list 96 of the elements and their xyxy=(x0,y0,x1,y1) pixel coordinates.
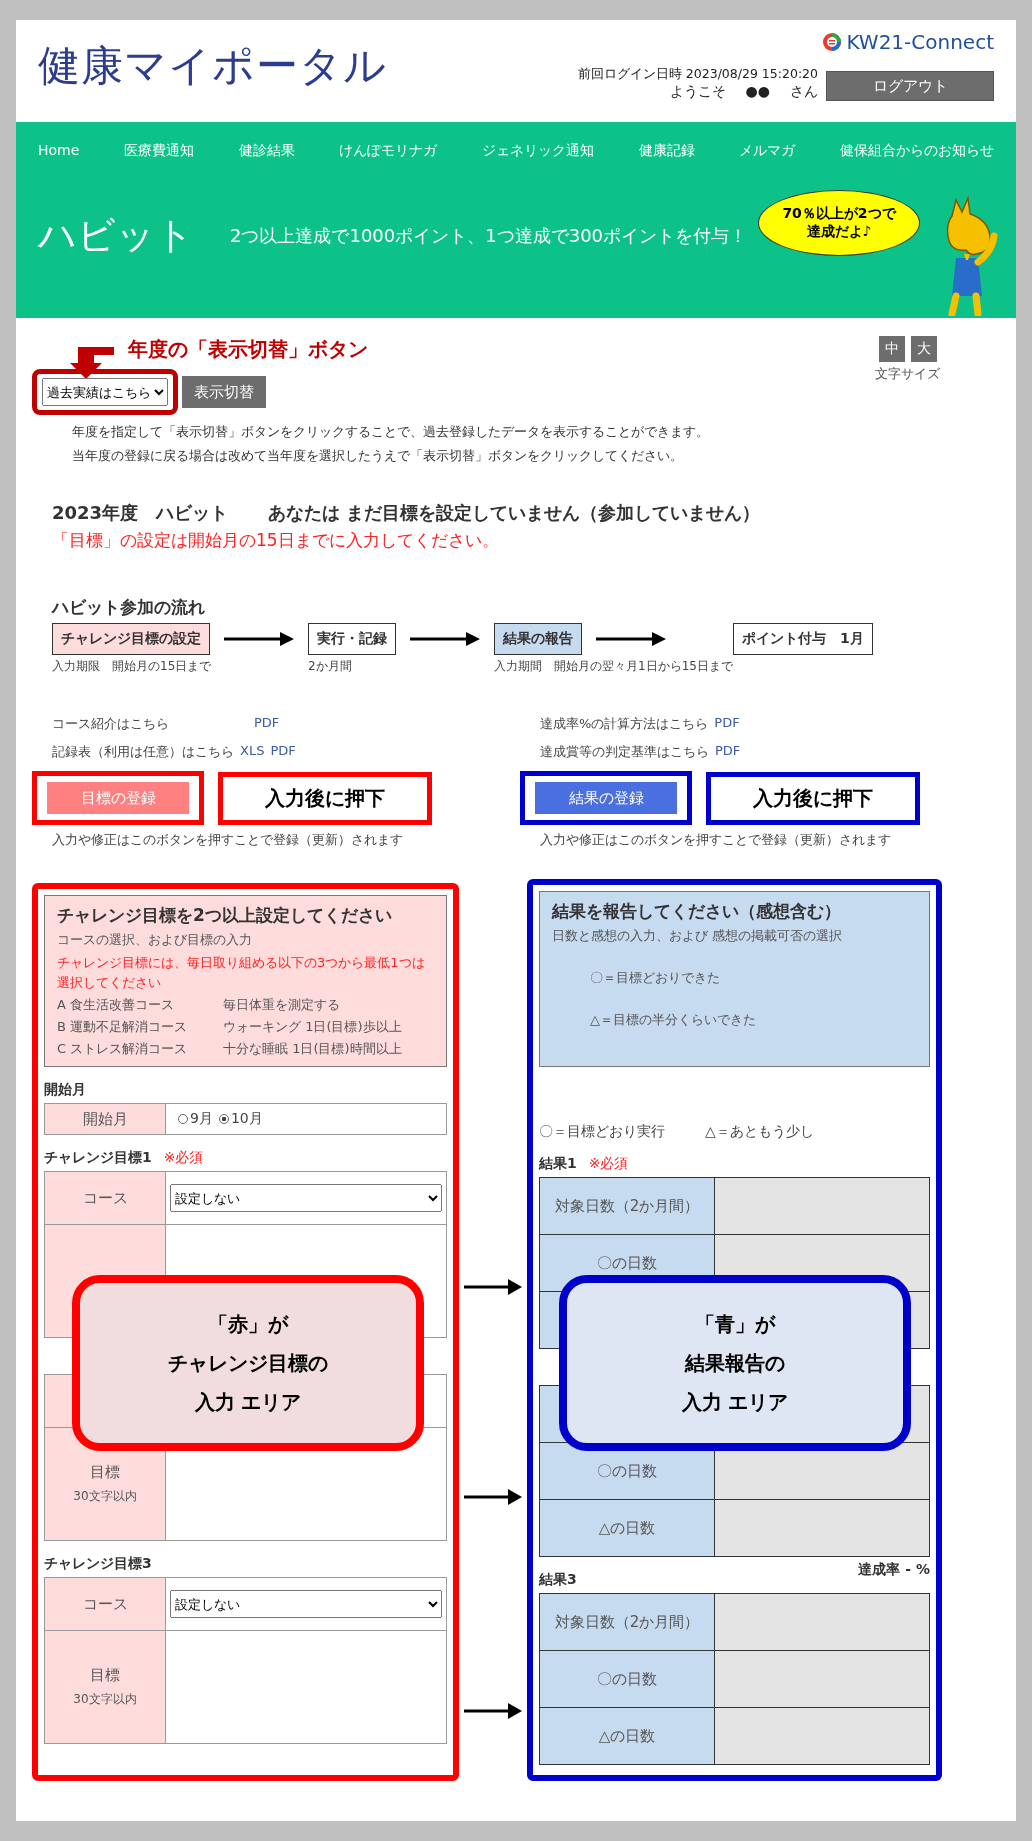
radio-button[interactable] xyxy=(218,1114,229,1124)
portal-title: 健康マイポータル xyxy=(38,40,387,92)
course-goal: 毎日体重を測定する xyxy=(223,996,340,1014)
right-arrow-icon xyxy=(464,1489,522,1505)
banner-subtitle: 2つ以上達成で1000ポイント、1つ達成で300ポイントを付与！ xyxy=(230,223,748,248)
callout-text: 結果報告の xyxy=(685,1349,785,1377)
callout-text: 「赤」が xyxy=(208,1310,288,1338)
brand-logo-icon xyxy=(822,32,843,52)
label-cell: 対象日数（2か月間） xyxy=(540,1594,715,1650)
card-title: チャレンジ目標を2つ以上設定してください xyxy=(57,904,393,927)
help-text: 年度を指定して「表示切替」ボタンをクリックすることで、過去登録したデータを表示することができます。 xyxy=(72,423,710,441)
table-label: 目標 xyxy=(90,1666,120,1685)
file-link[interactable]: XLS xyxy=(240,743,265,761)
required-mark: ※必須 xyxy=(163,1149,204,1167)
flow-step: 結果の報告 xyxy=(494,623,582,655)
welcome-text: ようこそ xyxy=(669,83,726,101)
register-note: 入力や修正はこのボタンを押すことで登録（更新）されます xyxy=(52,831,404,849)
file-link[interactable]: PDF xyxy=(714,715,740,733)
link-description: 記録表（利用は任意）はこちら xyxy=(52,743,234,761)
register-note: 入力や修正はこのボタンを押すことで登録（更新）されます xyxy=(540,831,892,849)
achievement-rate: 達成率 - % xyxy=(858,1561,930,1579)
radio-label[interactable]: 9月 xyxy=(190,1110,213,1128)
legend-text: 〇＝目標どおり実行 xyxy=(539,1123,665,1141)
flow-step: チャレンジ目標の設定 xyxy=(52,623,210,655)
section-heading: 開始月 xyxy=(44,1081,87,1099)
link-description: 達成賞等の判定基準はこちら xyxy=(540,743,709,761)
label-cell: 開始月 xyxy=(45,1104,166,1134)
flow-heading: ハビット参加の流れ xyxy=(52,596,206,619)
card-subtitle: 日数と感想の入力、および 感想の掲載可否の選択 xyxy=(552,927,844,945)
switch-button[interactable]: 表示切替 xyxy=(182,376,266,408)
callout-label: 入力後に押下 xyxy=(706,771,920,825)
brand-name: KW21-Connect xyxy=(846,30,994,54)
last-login: 前回ログイン日時 2023/08/29 15:20:20 xyxy=(577,66,818,83)
font-size-label: 文字サイズ xyxy=(875,366,940,383)
link-description: 達成率%の計算方法はこちら xyxy=(540,715,709,733)
file-link[interactable]: PDF xyxy=(270,743,296,761)
speech-bubble: 70％以上が2つで 達成だよ♪ xyxy=(758,190,920,256)
page-title: ハビット xyxy=(38,212,194,259)
flow-step: ポイント付与 1月 xyxy=(732,623,873,655)
year-heading: 2023年度 ハビット xyxy=(52,501,229,525)
legend-text: △＝目標の半分くらいできた xyxy=(590,1011,757,1029)
length-hint: 30文字以内 xyxy=(73,1691,137,1708)
right-arrow-icon xyxy=(464,1279,522,1295)
label-cell: コース xyxy=(45,1578,166,1630)
section-heading: 結果3 xyxy=(539,1571,577,1589)
card-warning: チャレンジ目標には、毎日取り組める以下の3つから最低1つは選択してください xyxy=(57,954,426,992)
label-cell: △の日数 xyxy=(540,1500,715,1556)
course-name: B 運動不足解消コース xyxy=(57,1018,189,1036)
right-arrow-icon xyxy=(596,632,666,646)
label-cell: 〇の日数 xyxy=(540,1651,715,1707)
section-heading: 結果1 xyxy=(539,1155,577,1173)
callout-label: 入力後に押下 xyxy=(218,771,432,825)
right-arrow-icon xyxy=(410,632,480,646)
callout-text: チャレンジ目標の xyxy=(168,1349,328,1377)
course-select[interactable]: 設定しない xyxy=(170,1184,442,1212)
help-text: 当年度の登録に戻る場合は改めて当年度を選択したうえで「表示切替」ボタンをクリックしてください。 xyxy=(72,447,684,465)
card-title: 結果を報告してください（感想含む） xyxy=(552,900,842,923)
register-button[interactable]: 結果の登録 xyxy=(535,782,677,814)
font-size-button[interactable]: 大 xyxy=(910,336,937,362)
course-name: A 食生活改善コース xyxy=(57,996,176,1014)
right-arrow-icon xyxy=(224,632,294,646)
font-size-button[interactable]: 中 xyxy=(878,336,905,362)
course-select[interactable]: 設定しない xyxy=(170,1590,442,1618)
required-mark: ※必須 xyxy=(588,1155,629,1173)
course-goal: ウォーキング 1日(目標)歩以上 xyxy=(223,1018,402,1036)
course-goal: 十分な睡眠 1日(目標)時間以上 xyxy=(223,1040,402,1058)
right-arrow-icon xyxy=(464,1703,522,1719)
step-note: 入力期限 開始月の15日まで xyxy=(52,658,213,675)
radio-label[interactable]: 10月 xyxy=(230,1110,263,1128)
legend-text: △＝あともう少し xyxy=(705,1123,814,1141)
table-label: 目標 xyxy=(90,1463,120,1482)
logout-button[interactable]: ログアウト xyxy=(826,71,994,101)
callout-text: 「青」が xyxy=(695,1310,775,1338)
step-note: 入力期間 開始月の翌々月1日から15日まで xyxy=(494,658,733,675)
legend-text: 〇＝目標どおりできた xyxy=(590,969,721,987)
annotation-label: 年度の「表示切替」ボタン xyxy=(128,336,368,363)
length-hint: 30文字以内 xyxy=(73,1488,137,1505)
callout-text: 入力 エリア xyxy=(194,1388,302,1416)
label-cell: 対象日数（2か月間） xyxy=(540,1178,715,1234)
section-heading: チャレンジ目標1 xyxy=(44,1149,152,1167)
section-heading: チャレンジ目標3 xyxy=(44,1555,152,1573)
file-link[interactable]: PDF xyxy=(715,743,741,761)
course-name: C ストレス解消コース xyxy=(57,1040,189,1058)
welcome-text: ●● xyxy=(745,83,770,101)
status-message: あなたは まだ目標を設定していません（参加していません） xyxy=(268,501,761,525)
link-description: コース紹介はこちら xyxy=(52,715,170,733)
deadline-notice: 「目標」の設定は開始月の15日までに入力してください。 xyxy=(52,529,500,552)
file-link[interactable]: PDF xyxy=(254,715,280,733)
welcome-text: さん xyxy=(790,83,818,101)
step-note: 2か月間 xyxy=(308,658,353,675)
callout-text: 入力 エリア xyxy=(681,1388,789,1416)
label-cell: コース xyxy=(45,1172,166,1224)
label-cell: △の日数 xyxy=(540,1708,715,1764)
card-subtitle: コースの選択、および目標の入力 xyxy=(57,931,253,949)
year-select[interactable]: 過去実績はこちら xyxy=(42,378,168,406)
flow-step: 実行・記録 xyxy=(308,623,396,655)
